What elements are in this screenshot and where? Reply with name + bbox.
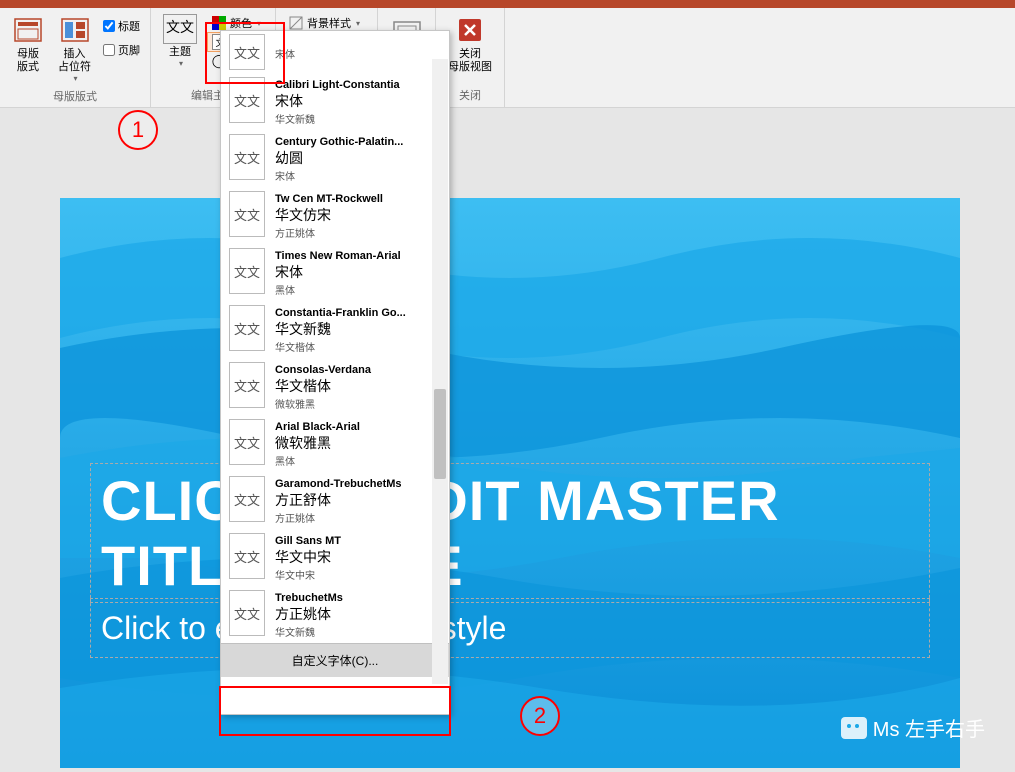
chevron-down-icon: ▾ <box>73 74 77 84</box>
font-name-sub: 方正姚体 <box>275 225 441 240</box>
master-layout-label: 母版 版式 <box>17 48 39 74</box>
font-scheme-item[interactable]: 文文 Century Gothic-Palatin...幼圆宋体 <box>221 130 449 187</box>
font-scheme-item[interactable]: 文文 Times New Roman-Arial宋体黑体 <box>221 244 449 301</box>
tab-bar <box>0 0 1015 8</box>
font-name-cn: 方正舒体 <box>275 490 441 510</box>
annotation-marker-1: 1 <box>118 110 158 150</box>
canvas-area: CLICK TO EDIT MASTER TITLE STYLE Click t… <box>0 108 1015 772</box>
font-scheme-item[interactable]: 文文Gill Sans MT华文中宋华文中宋 <box>221 529 449 586</box>
footer-checkbox[interactable] <box>103 44 115 56</box>
font-current-item[interactable]: 文文 宋体 <box>221 31 449 73</box>
font-name-en: Consolas-Verdana <box>275 364 441 376</box>
insert-placeholder-label: 插入 占位符 <box>58 48 91 74</box>
font-thumb-icon: 文文 <box>229 362 265 408</box>
font-scheme-item[interactable]: 文文 Calibri Light-Constantia宋体华文新魏 <box>221 73 449 130</box>
title-checkbox-label: 标题 <box>118 18 140 34</box>
font-name-cn: 华文仿宋 <box>275 205 441 225</box>
font-thumb-icon: 文文 <box>229 248 265 294</box>
close-icon <box>454 14 486 46</box>
font-name-en: Gill Sans MT <box>275 535 441 547</box>
footer-checkbox-label: 页脚 <box>118 42 140 58</box>
theme-icon: 文文 <box>163 14 197 44</box>
font-thumb-icon: 文文 <box>229 134 265 180</box>
group-label-close: 关闭 <box>459 85 481 105</box>
wechat-icon <box>841 717 867 739</box>
font-name-en: Arial Black-Arial <box>275 421 441 433</box>
font-scheme-item[interactable]: 文文 Tw Cen MT-Rockwell华文仿宋方正姚体 <box>221 187 449 244</box>
font-name-sub: 方正姚体 <box>275 510 441 525</box>
chevron-down-icon: ▾ <box>257 19 261 28</box>
font-thumb-icon: 文文 <box>229 305 265 351</box>
font-scheme-dropdown: 文文 宋体 文文Calibri Light-Constantia宋体华文新魏文文… <box>220 30 450 715</box>
colors-label: 颜色 <box>230 15 252 31</box>
annotation-marker-2: 2 <box>520 696 560 736</box>
font-name-cn: 华文新魏 <box>275 319 441 339</box>
font-name-en: Calibri Light-Constantia <box>275 79 441 91</box>
font-name-sub: 华文中宋 <box>275 567 441 582</box>
custom-font-button[interactable]: 自定义字体(C)... <box>221 643 449 677</box>
font-name-cn: 微软雅黑 <box>275 433 441 453</box>
font-thumb-icon: 文文 <box>229 590 265 636</box>
font-name-en: TrebuchetMs <box>275 592 441 604</box>
font-name-en: Tw Cen MT-Rockwell <box>275 193 441 205</box>
font-name-en: Times New Roman-Arial <box>275 250 441 262</box>
font-thumb-icon: 文文 <box>229 34 265 70</box>
scroll-thumb[interactable] <box>434 389 446 479</box>
watermark-text: Ms 左手右手 <box>873 713 985 742</box>
font-name-cn: 华文中宋 <box>275 547 441 567</box>
font-thumb-icon: 文文 <box>229 419 265 465</box>
placeholder-icon <box>59 14 91 46</box>
layout-icon <box>12 14 44 46</box>
master-layout-button[interactable]: 母版 版式 <box>8 12 48 76</box>
font-scheme-item[interactable]: 文文 Garamond-TrebuchetMs方正舒体方正姚体 <box>221 472 449 529</box>
master-subtitle-placeholder[interactable]: Click to edit Master title style <box>90 598 930 658</box>
group-label-master-layout: 母版版式 <box>53 86 97 106</box>
close-master-label: 关闭 母版视图 <box>448 48 492 74</box>
font-name-cn: 宋体 <box>275 262 441 282</box>
insert-placeholder-button[interactable]: 插入 占位符▾ <box>54 12 95 86</box>
font-name-sub: 宋体 <box>275 168 441 183</box>
chevron-down-icon: ▾ <box>356 19 360 28</box>
close-master-button[interactable]: 关闭 母版视图 <box>444 12 496 76</box>
colors-icon <box>211 15 227 31</box>
chevron-down-icon: ▾ <box>179 59 183 69</box>
footer-checkbox-row[interactable]: 页脚 <box>103 40 140 60</box>
font-name-cn: 方正姚体 <box>275 604 441 624</box>
bg-styles-icon <box>288 15 304 31</box>
font-scheme-item[interactable]: 文文 Arial Black-Arial微软雅黑黑体 <box>221 415 449 472</box>
font-name-sub: 黑体 <box>275 282 441 297</box>
font-name-en: Century Gothic-Palatin... <box>275 136 441 148</box>
theme-button[interactable]: 文文 主题▾ <box>159 12 201 71</box>
font-scheme-item[interactable]: 文文 Constantia-Franklin Go...华文新魏华文楷体 <box>221 301 449 358</box>
font-scheme-item[interactable]: 文文 Consolas-Verdana华文楷体微软雅黑 <box>221 358 449 415</box>
scrollbar[interactable] <box>432 59 448 684</box>
font-name-en: Constantia-Franklin Go... <box>275 307 441 319</box>
font-name-sub: 华文楷体 <box>275 339 441 354</box>
ribbon: 母版 版式 插入 占位符▾ 标题 页脚 母版版式 <box>0 8 1015 108</box>
font-name-en: Garamond-TrebuchetMs <box>275 478 441 490</box>
master-title-placeholder[interactable]: CLICK TO EDIT MASTER TITLE STYLE <box>90 463 930 603</box>
font-name-cn: 幼圆 <box>275 148 441 168</box>
ribbon-group-master-layout: 母版 版式 插入 占位符▾ 标题 页脚 母版版式 <box>0 8 151 107</box>
font-scheme-list: 文文Calibri Light-Constantia宋体华文新魏文文Centur… <box>221 73 449 643</box>
font-thumb-icon: 文文 <box>229 191 265 237</box>
font-thumb-icon: 文文 <box>229 533 265 579</box>
font-name-sub: 黑体 <box>275 453 441 468</box>
bg-styles-label: 背景样式 <box>307 15 351 31</box>
title-checkbox-row[interactable]: 标题 <box>103 16 140 36</box>
watermark: Ms 左手右手 <box>841 713 985 742</box>
master-slide[interactable]: CLICK TO EDIT MASTER TITLE STYLE Click t… <box>60 198 960 768</box>
font-thumb-icon: 文文 <box>229 77 265 123</box>
font-name-sub: 华文新魏 <box>275 624 441 639</box>
title-checkbox[interactable] <box>103 20 115 32</box>
font-name-sub: 华文新魏 <box>275 111 441 126</box>
theme-label: 主题 <box>169 46 191 59</box>
font-scheme-item[interactable]: 文文 TrebuchetMs方正姚体华文新魏 <box>221 586 449 643</box>
font-name-cn: 华文楷体 <box>275 376 441 396</box>
font-thumb-icon: 文文 <box>229 476 265 522</box>
font-first-sub: 宋体 <box>275 46 441 61</box>
font-name-cn: 宋体 <box>275 91 441 111</box>
font-name-sub: 微软雅黑 <box>275 396 441 411</box>
